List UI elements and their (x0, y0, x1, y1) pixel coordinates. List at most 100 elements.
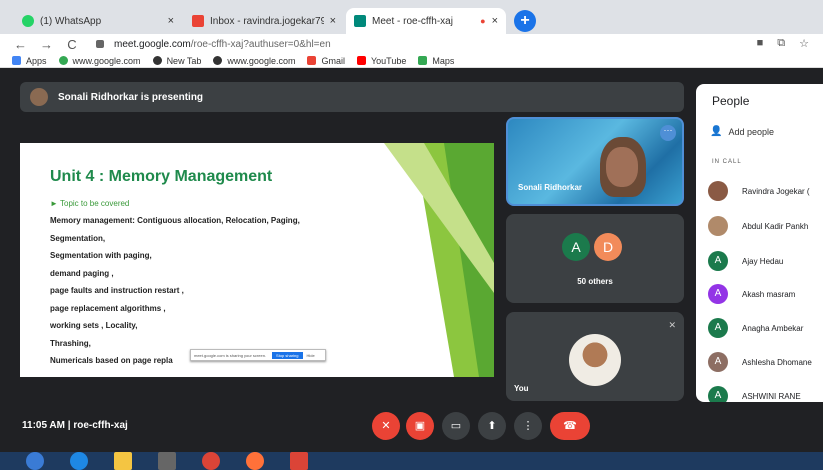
slide-subtitle: ► Topic to be covered (50, 199, 130, 208)
avatar: A (708, 284, 728, 304)
present-icon: ⬆ (487, 420, 497, 432)
participant-row[interactable]: A Ajay Hedau (708, 250, 783, 272)
participant-row[interactable]: A Akash masram (708, 283, 795, 305)
bookmark-label: www.google.com (227, 55, 296, 66)
edge-icon[interactable] (70, 452, 88, 470)
camera-toggle-button[interactable]: ▣ (406, 412, 434, 440)
url-field[interactable]: meet.google.com/roe-cffh-xaj?authuser=0&… (96, 39, 331, 50)
presenter-avatar (30, 88, 48, 106)
start-icon[interactable] (26, 452, 44, 470)
hide-button[interactable]: Hide (307, 353, 315, 358)
participant-row[interactable]: A ASHWINI RANE (708, 385, 801, 402)
add-person-icon: 👤 (710, 126, 723, 137)
slide-line: Segmentation, (50, 233, 106, 243)
camera-indicator-icon[interactable]: ■ (757, 37, 764, 50)
bookmark-maps[interactable]: Maps (418, 56, 454, 66)
bookmark-label: Apps (26, 55, 47, 66)
participant-name: Ashlesha Dhomane (742, 357, 812, 367)
camera-off-icon: ▣ (414, 420, 426, 432)
stop-sharing-button[interactable]: Stop sharing (272, 351, 303, 359)
clock: 11:05 AM (22, 420, 65, 431)
slide-line: working sets , Locality, (50, 321, 138, 330)
avatar: A (708, 318, 728, 338)
leave-call-button[interactable]: ☎ (550, 412, 590, 440)
bookmark-google[interactable]: www.google.com (58, 55, 141, 66)
shared-slide: Unit 4 : Memory Management ► Topic to be… (20, 143, 494, 377)
more-vert-icon: ⋮ (522, 420, 534, 432)
self-avatar (569, 334, 621, 386)
share-banner-text: meet.google.com is sharing your screen. (194, 352, 267, 358)
more-options-icon[interactable]: ··· (660, 125, 676, 141)
forward-icon[interactable]: → (40, 37, 53, 52)
more-options-button[interactable]: ⋮ (514, 412, 542, 440)
presenter-video-tile[interactable]: ··· Sonali Ridhorkar (506, 117, 684, 206)
bookmark-google-2[interactable]: www.google.com (213, 56, 295, 66)
bookmark-new-tab[interactable]: New Tab (152, 56, 201, 66)
tab-title: Meet - roe-cffh-xaj (372, 15, 453, 27)
youtube-icon (356, 56, 366, 65)
captions-button[interactable]: ▭ (442, 412, 470, 440)
gmail-icon (192, 15, 204, 27)
tab-whatsapp[interactable]: (1) WhatsApp × (14, 8, 182, 34)
presenting-text: Sonali Ridhorkar is presenting (58, 91, 204, 103)
mic-toggle-button[interactable]: ✕ (372, 412, 400, 440)
slide-line: page faults and instruction restart , (50, 286, 184, 295)
people-panel: People 👤 Add people IN CALL Ravindra Jog… (696, 84, 823, 402)
self-video-tile[interactable]: ✕ You (506, 312, 684, 401)
others-count: 50 others (577, 277, 613, 286)
participant-row[interactable]: Ravindra Jogekar ( (708, 180, 810, 202)
participant-row[interactable]: A Ashlesha Dhomane (708, 351, 812, 373)
recording-dot-icon: ● (480, 16, 486, 26)
bookmark-star-icon[interactable]: ☆ (799, 37, 809, 50)
avatar: A (708, 386, 728, 402)
participant-name: Anagha Ambekar (742, 323, 804, 333)
reload-icon[interactable]: C (66, 37, 78, 52)
bookmark-apps[interactable]: Apps (12, 56, 47, 66)
tab-meet[interactable]: Meet - roe-cffh-xaj ● × (346, 8, 506, 34)
address-bar-row: ← → C meet.google.com/roe-cffh-xaj?authu… (0, 34, 823, 54)
gmail-icon (307, 56, 317, 65)
participant-name: Akash masram (742, 289, 796, 299)
participant-row[interactable]: A Anagha Ambekar (708, 317, 803, 339)
in-call-label: IN CALL (712, 159, 742, 165)
people-panel-title: People (712, 94, 750, 108)
close-tab-icon[interactable]: × (330, 15, 336, 27)
url-path: /roe-cffh-xaj?authuser=0&hl=en (190, 38, 331, 50)
participant-row[interactable]: Abdul Kadir Pankh (708, 215, 808, 237)
chrome-icon[interactable] (202, 452, 220, 470)
close-tab-icon[interactable]: × (168, 15, 174, 27)
url-host: meet.google.com (114, 38, 191, 50)
participant-name: Ravindra Jogekar ( (742, 186, 810, 196)
slide-line: Memory management: Contiguous allocation… (50, 216, 300, 225)
translate-icon[interactable]: ⧉ (777, 37, 785, 50)
close-tab-icon[interactable]: × (492, 15, 498, 27)
add-people-label: Add people (728, 126, 774, 137)
file-explorer-icon[interactable] (114, 452, 132, 470)
bookmark-youtube[interactable]: YouTube (356, 56, 406, 66)
avatar: D (594, 233, 622, 261)
presenter-name: Sonali Ridhorkar (518, 183, 583, 192)
meeting-code: roe-cffh-xaj (73, 420, 128, 431)
slide-line: Segmentation with paging, (50, 251, 152, 260)
media-player-icon[interactable] (158, 452, 176, 470)
globe-icon (213, 56, 223, 65)
others-tile[interactable]: A D 50 others (506, 214, 684, 303)
present-button[interactable]: ⬆ (478, 412, 506, 440)
new-tab-button[interactable]: + (514, 10, 536, 32)
tab-gmail[interactable]: Inbox - ravindra.jogekar79@gma × (184, 8, 344, 34)
whatsapp-icon (22, 15, 34, 27)
bookmark-label: www.google.com (72, 55, 141, 66)
add-people-button[interactable]: 👤 Add people (710, 126, 774, 137)
meet-icon (354, 15, 366, 27)
self-label: You (514, 384, 529, 393)
firefox-icon[interactable] (246, 452, 264, 470)
participant-name: Abdul Kadir Pankh (742, 221, 809, 231)
bookmark-gmail[interactable]: Gmail (307, 56, 345, 66)
avatar: A (708, 352, 728, 372)
captions-icon: ▭ (450, 420, 462, 432)
maps-icon (418, 56, 428, 65)
chrome-active-icon[interactable] (290, 452, 308, 470)
bookmark-label: Maps (432, 55, 455, 66)
back-icon[interactable]: ← (14, 37, 27, 52)
bookmarks-bar: Apps www.google.com New Tab www.google.c… (0, 54, 823, 68)
